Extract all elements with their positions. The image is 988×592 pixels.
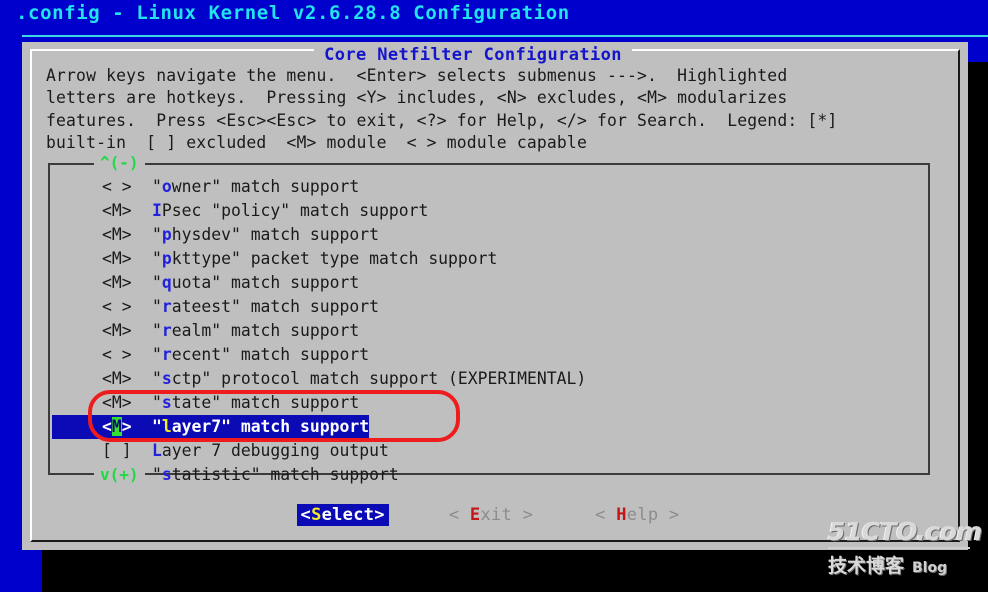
menu-row-state-tag: <M>: [102, 369, 132, 388]
menu-row[interactable]: < > "owner" match support: [50, 175, 932, 199]
hotkey-letter: s: [161, 465, 172, 484]
menu-row-state-tag: < >: [102, 345, 132, 364]
hotkey-letter: r: [161, 321, 172, 340]
menu-row-state-tag: <M>: [102, 273, 132, 292]
cursor-block: M: [111, 417, 122, 436]
menu-row-label: "layer7" match support: [152, 415, 370, 439]
button-hotkey-letter: E: [469, 505, 481, 525]
hotkey-letter: q: [161, 273, 172, 292]
menu-row-label: "statistic" match support: [152, 465, 399, 484]
hotkey-letter: r: [161, 345, 172, 364]
help-text: Arrow keys navigate the menu. <Enter> se…: [46, 66, 838, 153]
menu-row[interactable]: < > "rateest" match support: [50, 295, 932, 319]
menu-row[interactable]: <M> "realm" match support: [50, 319, 932, 343]
menu-row[interactable]: <M> "quota" match support: [50, 271, 932, 295]
menu-row-label: "rateest" match support: [152, 297, 379, 316]
hotkey-letter: o: [161, 177, 172, 196]
menu-row-state-tag: <M>: [102, 321, 132, 340]
dialog-button-bar: <Select> < Exit > < Help >: [48, 500, 930, 530]
menu-row-state-tag: <M>: [102, 465, 132, 484]
button-hotkey-letter: S: [311, 505, 322, 525]
menu-row-label: "sctp" protocol match support (EXPERIMEN…: [152, 369, 587, 388]
menu-row-state-tag: <M>: [102, 225, 132, 244]
title-bar: .config - Linux Kernel v2.6.28.8 Configu…: [0, 0, 988, 37]
menu-row[interactable]: < > "recent" match support: [50, 343, 932, 367]
select-button[interactable]: <Select>: [296, 504, 389, 526]
menu-row-state-tag: < >: [102, 177, 132, 196]
hotkey-letter: L: [152, 441, 162, 460]
title-separator-line: [22, 35, 988, 37]
hotkey-letter: I: [152, 201, 162, 220]
menu-row[interactable]: <M> IPsec "policy" match support: [50, 199, 932, 223]
menu-row[interactable]: <M> "state" match support: [50, 391, 932, 415]
menu-row[interactable]: <M> "sctp" protocol match support (EXPERI…: [50, 367, 932, 391]
menu-row[interactable]: <M> "statistic" match support: [50, 463, 932, 487]
menu-row[interactable]: <M> "layer7" match support: [50, 415, 932, 439]
app-title: .config - Linux Kernel v2.6.28.8 Configu…: [16, 2, 570, 24]
exit-button[interactable]: < Exit >: [447, 504, 535, 526]
menu-row-state-tag: [ ]: [102, 441, 132, 460]
menu-row-label: "state" match support: [152, 393, 360, 412]
menu-row-label: "realm" match support: [152, 321, 360, 340]
menu-row-state-tag: <M>: [102, 393, 132, 412]
menu-row-state-tag: <M>: [102, 249, 132, 268]
hotkey-letter: r: [161, 297, 172, 316]
hotkey-letter: p: [161, 225, 172, 244]
menu-row[interactable]: [ ] Layer 7 debugging output: [50, 439, 932, 463]
terminal-screen: .config - Linux Kernel v2.6.28.8 Configu…: [0, 0, 988, 592]
menu-row-label: Layer 7 debugging output: [152, 441, 389, 460]
menu-row-state-tag: <M>: [52, 415, 152, 439]
button-hotkey-letter: H: [616, 505, 627, 525]
menu-row-label: "quota" match support: [152, 273, 360, 292]
menu-item-list: < > "owner" match support <M> IPsec "policy…: [50, 175, 932, 487]
hotkey-letter: l: [161, 417, 172, 436]
help-button[interactable]: < Help >: [593, 504, 681, 526]
hotkey-letter: s: [161, 393, 172, 412]
menu-row-state-tag: <M>: [102, 201, 132, 220]
hotkey-letter: s: [161, 369, 172, 388]
hotkey-letter: p: [161, 249, 172, 268]
menu-row[interactable]: <M> "pkttype" packet type match support: [50, 247, 932, 271]
menu-row-label: "pkttype" packet type match support: [152, 249, 498, 268]
menu-row-label: "owner" match support: [152, 177, 360, 196]
menu-row-label: "recent" match support: [152, 345, 370, 364]
menu-row-label: IPsec "policy" match support: [152, 201, 429, 220]
menu-row-state-tag: < >: [102, 297, 132, 316]
menu-row[interactable]: <M> "physdev" match support: [50, 223, 932, 247]
menu-list-box[interactable]: ^(-) < > "owner" match support <M> IPsec "p…: [48, 154, 930, 484]
menu-row-label: "physdev" match support: [152, 225, 379, 244]
